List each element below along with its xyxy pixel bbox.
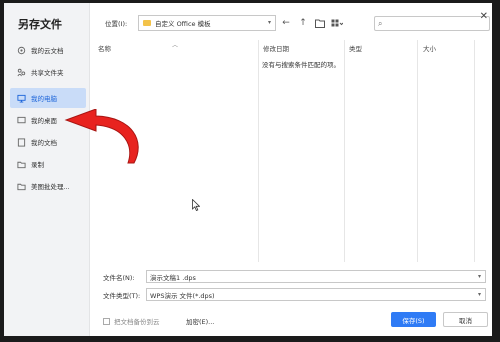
column-divider[interactable]: [474, 40, 475, 262]
cloud-backup-label: 把文档备份到云: [114, 318, 160, 326]
search-icon: ⌕: [378, 19, 383, 28]
sidebar-item-meitu-batch[interactable]: 美图批处理...: [10, 176, 86, 196]
desktop-icon: [16, 115, 26, 125]
folder-icon: [143, 20, 151, 26]
sidebar-item-label: 录制: [31, 161, 44, 169]
chevron-down-icon[interactable]: ▾: [478, 273, 481, 280]
red-arrow-annotation-icon: [64, 109, 139, 164]
sidebar-item-my-computer[interactable]: 我的电脑: [10, 88, 86, 108]
sidebar: 另存文件 我的云文档 共享文件夹 我的电脑 我的桌面 我的文档 录制 美图批处理…: [4, 3, 90, 336]
search-box[interactable]: ⌕: [374, 16, 490, 37]
location-value: 自定义 Office 模板: [155, 20, 211, 28]
column-header-name[interactable]: 名称: [98, 43, 111, 53]
sidebar-item-label: 我的文档: [31, 139, 57, 147]
filename-label: 文件名(N):: [103, 274, 135, 282]
dialog-title: 另存文件: [18, 18, 62, 31]
sidebar-item-label: 共享文件夹: [31, 69, 64, 77]
view-grid-icon[interactable]: [331, 17, 343, 29]
filename-field[interactable]: 演示文稿1 .dps ▾: [146, 270, 486, 283]
save-file-dialog: 另存文件 我的云文档 共享文件夹 我的电脑 我的桌面 我的文档 录制 美图批处理…: [4, 3, 492, 336]
save-button[interactable]: 保存(S): [391, 312, 436, 327]
record-icon: [16, 159, 26, 169]
sidebar-item-label: 美图批处理...: [31, 183, 70, 191]
sidebar-item-cloud-docs[interactable]: 我的云文档: [10, 40, 86, 60]
filetype-select[interactable]: WPS演示 文件(*.dps) ▾: [146, 288, 486, 301]
location-label: 位置(I):: [105, 20, 128, 28]
sidebar-item-label: 我的云文档: [31, 47, 64, 55]
sidebar-item-label: 我的桌面: [31, 117, 57, 125]
close-icon[interactable]: ✕: [480, 11, 488, 22]
encrypt-link[interactable]: 加密(E)...: [186, 316, 214, 326]
document-icon: [16, 137, 26, 147]
empty-results-message: 没有与搜索条件匹配的项。: [262, 61, 340, 69]
computer-icon: [16, 93, 26, 103]
back-icon[interactable]: ←: [280, 17, 292, 29]
share-folder-icon: [16, 67, 26, 77]
filetype-label: 文件类型(T):: [103, 292, 141, 300]
mouse-pointer-icon: [192, 199, 200, 211]
location-dropdown[interactable]: 自定义 Office 模板 ▾: [138, 15, 276, 31]
save-options: 文件名(N): 演示文稿1 .dps ▾ 文件类型(T): WPS演示 文件(*…: [90, 269, 492, 336]
column-header-modified[interactable]: 修改日期: [263, 43, 289, 53]
sidebar-item-shared-folder[interactable]: 共享文件夹: [10, 62, 86, 82]
toolbar: 位置(I): 自定义 Office 模板 ▾ ← ↑ ⌕ ✕: [90, 11, 492, 37]
filetype-value: WPS演示 文件(*.dps): [150, 291, 215, 300]
sort-ascending-icon: ︿: [172, 42, 179, 49]
folder-icon: [16, 181, 26, 191]
cloud-backup-checkbox[interactable]: 把文档备份到云: [103, 316, 160, 326]
column-divider[interactable]: [258, 40, 259, 262]
filename-value: 演示文稿1 .dps: [150, 273, 196, 282]
file-list[interactable]: 名称 ︿ 修改日期 类型 大小 没有与搜索条件匹配的项。: [90, 40, 492, 262]
column-divider[interactable]: [417, 40, 418, 262]
checkbox-box[interactable]: [103, 317, 110, 325]
search-input[interactable]: [375, 24, 489, 37]
column-header-type[interactable]: 类型: [349, 43, 362, 53]
cancel-button[interactable]: 取消: [443, 312, 488, 327]
up-icon[interactable]: ↑: [297, 17, 309, 29]
chevron-down-icon: ▾: [267, 19, 271, 26]
column-divider[interactable]: [344, 40, 345, 262]
cloud-doc-icon: [16, 45, 26, 55]
chevron-down-icon[interactable]: ▾: [478, 291, 481, 298]
sidebar-item-label: 我的电脑: [31, 95, 57, 103]
new-folder-icon[interactable]: [314, 17, 326, 29]
column-header-size[interactable]: 大小: [423, 43, 436, 53]
